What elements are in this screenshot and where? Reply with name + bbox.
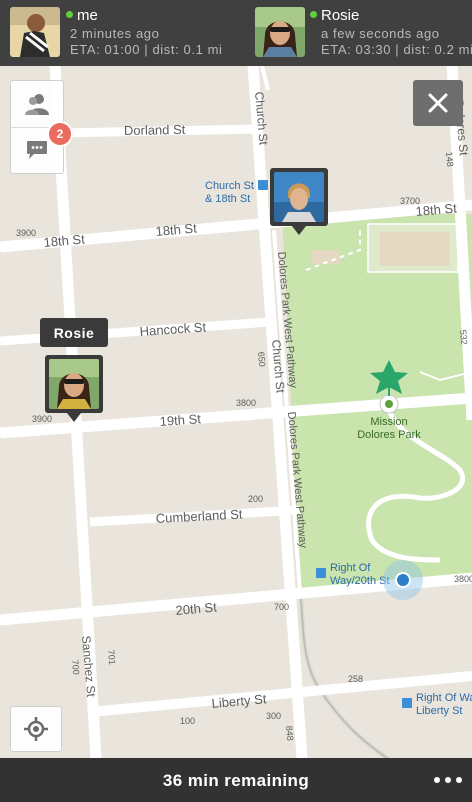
participant-name: me xyxy=(66,7,98,24)
place-label: Right Of xyxy=(330,562,371,574)
place-label: Liberty St xyxy=(416,705,462,717)
close-button[interactable] xyxy=(413,80,463,126)
number-label: 650 xyxy=(256,351,267,367)
participant-me[interactable]: me 2 minutes ago ETA: 01:00 | dist: 0.1 … xyxy=(0,0,250,66)
number-label: 3800 xyxy=(236,398,256,408)
rosie-map-pin[interactable] xyxy=(45,355,103,422)
place-label: Dolores Park xyxy=(357,429,421,441)
current-location-dot[interactable] xyxy=(383,560,423,600)
place-label: & 18th St xyxy=(205,193,250,205)
rosie-pin-avatar xyxy=(49,359,99,409)
time-remaining: 36 min remaining xyxy=(162,771,310,790)
place-label: Church St xyxy=(205,180,254,192)
crosshair-icon xyxy=(24,717,48,741)
number-label: 3800 xyxy=(454,574,472,584)
number-label: 100 xyxy=(180,716,195,726)
number-label: 532 xyxy=(458,329,469,345)
me-map-pin[interactable] xyxy=(270,168,328,235)
number-label: 3900 xyxy=(32,414,52,424)
more-dots-icon[interactable] xyxy=(434,772,462,788)
participant-eta: ETA: 01:00 | dist: 0.1 mi xyxy=(70,42,223,57)
chat-unread-badge: 2 xyxy=(49,123,71,145)
place-label: Right Of Way/ xyxy=(416,692,472,704)
me-pin-avatar xyxy=(274,172,324,222)
bottom-bar: 36 min remaining xyxy=(0,758,472,802)
participants-bar: me 2 minutes ago ETA: 01:00 | dist: 0.1 … xyxy=(0,0,472,66)
number-label: 200 xyxy=(248,494,263,504)
people-icon xyxy=(25,94,49,115)
avatar-rosie xyxy=(255,7,305,57)
street-19th: 19th St xyxy=(159,411,202,429)
chat-bubble-icon xyxy=(27,141,47,159)
people-button[interactable] xyxy=(11,81,63,128)
locate-me-button[interactable] xyxy=(10,706,62,752)
place-label: Way/20th St xyxy=(330,575,390,587)
online-status-icon xyxy=(310,11,317,18)
participant-updated: a few seconds ago xyxy=(321,26,440,41)
map-controls: 2 xyxy=(10,80,71,174)
number-label: 3700 xyxy=(400,196,420,206)
number-label: 700 xyxy=(70,659,81,675)
chat-button[interactable]: 2 xyxy=(11,123,71,173)
number-label: 300 xyxy=(266,711,281,721)
number-label: 700 xyxy=(274,602,289,612)
number-label: 148 xyxy=(444,151,455,167)
place-label: Mission xyxy=(370,416,407,428)
participant-updated: 2 minutes ago xyxy=(70,26,160,41)
number-label: 848 xyxy=(284,725,295,741)
number-label: 701 xyxy=(106,649,117,665)
pin-name-label: Rosie xyxy=(40,318,108,347)
participant-eta: ETA: 03:30 | dist: 0.2 mi xyxy=(321,42,472,57)
street-dorland: Dorland St xyxy=(124,122,186,138)
number-label: 258 xyxy=(348,674,363,684)
number-label: 3900 xyxy=(16,228,36,238)
online-status-icon xyxy=(66,11,73,18)
participant-rosie[interactable]: Rosie a few seconds ago ETA: 03:30 | dis… xyxy=(250,0,472,66)
avatar-me xyxy=(10,7,60,57)
participant-name: Rosie xyxy=(310,7,359,24)
close-icon xyxy=(428,93,448,113)
